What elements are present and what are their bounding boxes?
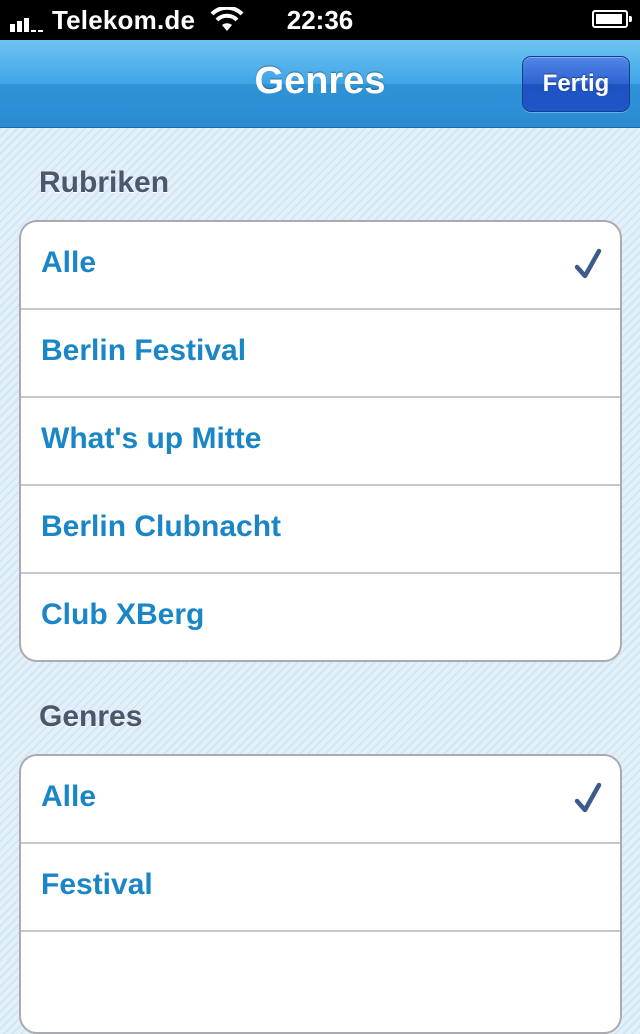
battery-icon xyxy=(592,10,632,28)
list-item-label: What's up Mitte xyxy=(41,422,262,455)
section-header-rubriken: Rubriken xyxy=(39,166,170,199)
status-time: 22:36 xyxy=(286,5,354,35)
list-item-label: Club XBerg xyxy=(41,598,205,631)
done-button[interactable]: Fertig xyxy=(522,56,630,112)
list-item-label: Berlin Festival xyxy=(41,334,247,367)
rubriken-group: Alle Berlin Festival What's up Mitte Ber… xyxy=(19,220,622,662)
list-item-label: Alle xyxy=(41,246,97,279)
list-item[interactable]: Festival xyxy=(21,844,620,932)
genres-group: Alle Festival xyxy=(19,754,622,1034)
list-item-label: Berlin Clubnacht xyxy=(41,510,282,543)
section-header-genres: Genres xyxy=(39,700,143,733)
status-bar: Telekom.de 22:36 xyxy=(0,0,640,40)
list-item[interactable]: Berlin Festival xyxy=(21,310,620,398)
list-item[interactable] xyxy=(21,932,620,1020)
list-item-label: Festival xyxy=(41,868,153,901)
navigation-bar: Genres Fertig xyxy=(0,40,640,128)
list-item[interactable]: Alle xyxy=(21,756,620,844)
list-item-label: Alle xyxy=(41,780,97,813)
checkmark-icon xyxy=(574,248,602,279)
list-item[interactable]: Berlin Clubnacht xyxy=(21,486,620,574)
list-item[interactable]: Club XBerg xyxy=(21,574,620,660)
checkmark-icon xyxy=(574,782,602,813)
list-item[interactable]: What's up Mitte xyxy=(21,398,620,486)
list-item[interactable]: Alle xyxy=(21,222,620,310)
